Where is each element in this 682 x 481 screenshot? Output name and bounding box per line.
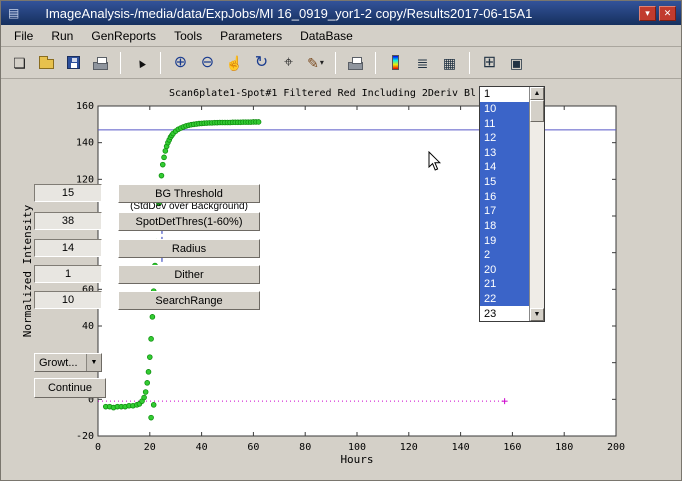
spot-det-thres-button[interactable]: SpotDetThres(1-60%)	[118, 212, 260, 231]
scroll-down-icon[interactable]: ▼	[530, 308, 544, 321]
window-title: ImageAnalysis-/media/data/ExpJobs/MI 16_…	[45, 6, 532, 21]
window-menu-icon[interactable]: ▤	[8, 7, 19, 19]
print-figure-button[interactable]	[343, 50, 368, 75]
menu-database[interactable]: DataBase	[291, 26, 362, 46]
toolbar-separator	[120, 52, 121, 74]
open-file-button[interactable]	[34, 50, 59, 75]
rotate3d-button[interactable]: ↻	[249, 50, 274, 75]
toolbar: ❏ ▲ ⊕ ⊖ ☝ ↻ ⌖ ✎▾ ≣ ▦ ⊞ ▣	[1, 47, 681, 79]
plot-browser-button[interactable]: ▦	[437, 50, 462, 75]
toolbar-separator	[469, 52, 470, 74]
list-item-22[interactable]: 22	[480, 292, 529, 307]
zoom-out-icon: ⊖	[201, 55, 214, 71]
list-item-23[interactable]: 23	[480, 306, 529, 321]
spot-det-thres-input[interactable]	[34, 212, 102, 230]
minimize-button[interactable]: ▾	[639, 6, 656, 21]
menu-genreports[interactable]: GenReports	[82, 26, 165, 46]
menu-run[interactable]: Run	[42, 26, 82, 46]
figure-area: 020406080100120140160180200-200204060801…	[1, 79, 681, 480]
property-editor-icon: ⊞	[483, 55, 496, 71]
zoom-in-button[interactable]: ⊕	[168, 50, 193, 75]
menu-file[interactable]: File	[5, 26, 42, 46]
scrollbar-track[interactable]	[530, 122, 544, 308]
toolbar-separator	[375, 52, 376, 74]
brush-dropdown-arrow-icon[interactable]: ▾	[320, 58, 324, 67]
scroll-up-icon[interactable]: ▲	[530, 87, 544, 100]
list-item-18[interactable]: 18	[480, 219, 529, 234]
pan-button[interactable]: ☝	[222, 50, 247, 75]
list-item-2[interactable]: 2	[480, 248, 529, 263]
controls-overlay: BG Threshold SpotDetThres(1-60%) Radius Dit…	[1, 79, 681, 480]
figure-window-button[interactable]: ▣	[504, 50, 529, 75]
list-item-13[interactable]: 13	[480, 146, 529, 161]
list-item-1[interactable]: 1	[480, 87, 529, 102]
search-range-button[interactable]: SearchRange	[118, 291, 260, 310]
new-figure-button[interactable]: ❏	[7, 50, 32, 75]
colorbar-icon	[392, 55, 399, 70]
list-item-11[interactable]: 11	[480, 116, 529, 131]
figure-window-icon: ▣	[510, 56, 523, 70]
growth-popup[interactable]: Growt... ▼	[34, 353, 102, 372]
growth-popup-label: Growt...	[35, 357, 86, 369]
property-editor-button[interactable]: ⊞	[477, 50, 502, 75]
list-item-10[interactable]: 10	[480, 102, 529, 117]
list-item-12[interactable]: 12	[480, 131, 529, 146]
bg-threshold-button[interactable]: BG Threshold	[118, 184, 260, 203]
rotate-icon: ↻	[255, 55, 268, 71]
menu-bar: FileRunGenReportsToolsParametersDataBase	[1, 25, 681, 47]
printer-icon	[93, 62, 108, 70]
print-button[interactable]	[88, 50, 113, 75]
spot-number-listbox[interactable]: 110111213141516171819220212223 ▲ ▼	[479, 86, 545, 322]
data-cursor-button[interactable]: ⌖	[276, 50, 301, 75]
list-item-16[interactable]: 16	[480, 189, 529, 204]
save-button[interactable]	[61, 50, 86, 75]
zoom-out-button[interactable]: ⊖	[195, 50, 220, 75]
save-floppy-icon	[67, 56, 80, 69]
bg-threshold-input[interactable]	[34, 184, 102, 202]
title-bar[interactable]: ▤ ImageAnalysis-/media/data/ExpJobs/MI 1…	[1, 1, 681, 25]
list-item-14[interactable]: 14	[480, 160, 529, 175]
app-window: ▤ ImageAnalysis-/media/data/ExpJobs/MI 1…	[0, 0, 682, 481]
data-cursor-icon: ⌖	[284, 55, 293, 71]
popup-arrow-icon[interactable]: ▼	[86, 354, 101, 371]
insert-legend-button[interactable]: ≣	[410, 50, 435, 75]
scrollbar-thumb[interactable]	[530, 100, 544, 122]
list-item-19[interactable]: 19	[480, 233, 529, 248]
close-button[interactable]: ✕	[659, 6, 676, 21]
zoom-in-icon: ⊕	[174, 55, 187, 71]
search-range-input[interactable]	[34, 291, 102, 309]
menu-tools[interactable]: Tools	[165, 26, 211, 46]
plot-browser-icon: ▦	[443, 56, 456, 70]
list-item-20[interactable]: 20	[480, 263, 529, 278]
radius-input[interactable]	[34, 239, 102, 257]
pan-hand-icon: ☝	[226, 56, 243, 70]
list-item-15[interactable]: 15	[480, 175, 529, 190]
list-item-17[interactable]: 17	[480, 204, 529, 219]
open-folder-icon	[39, 59, 54, 69]
list-items: 110111213141516171819220212223	[480, 87, 529, 321]
legend-icon: ≣	[417, 56, 429, 70]
dither-input[interactable]	[34, 265, 102, 283]
dither-button[interactable]: Dither	[118, 265, 260, 284]
brush-icon: ✎	[307, 56, 319, 70]
insert-colorbar-button[interactable]	[383, 50, 408, 75]
menu-parameters[interactable]: Parameters	[211, 26, 291, 46]
new-document-icon: ❏	[13, 56, 26, 70]
pointer-tool-button[interactable]: ▲	[128, 50, 153, 75]
listbox-scrollbar[interactable]: ▲ ▼	[529, 87, 544, 321]
pointer-arrow-icon: ▲	[132, 54, 148, 70]
toolbar-separator	[160, 52, 161, 74]
continue-button[interactable]: Continue	[34, 378, 106, 398]
toolbar-separator	[335, 52, 336, 74]
list-item-21[interactable]: 21	[480, 277, 529, 292]
printer-icon	[348, 62, 363, 70]
brush-button[interactable]: ✎▾	[303, 50, 328, 75]
radius-button[interactable]: Radius	[118, 239, 260, 258]
window-buttons: ▾ ✕	[639, 6, 676, 21]
